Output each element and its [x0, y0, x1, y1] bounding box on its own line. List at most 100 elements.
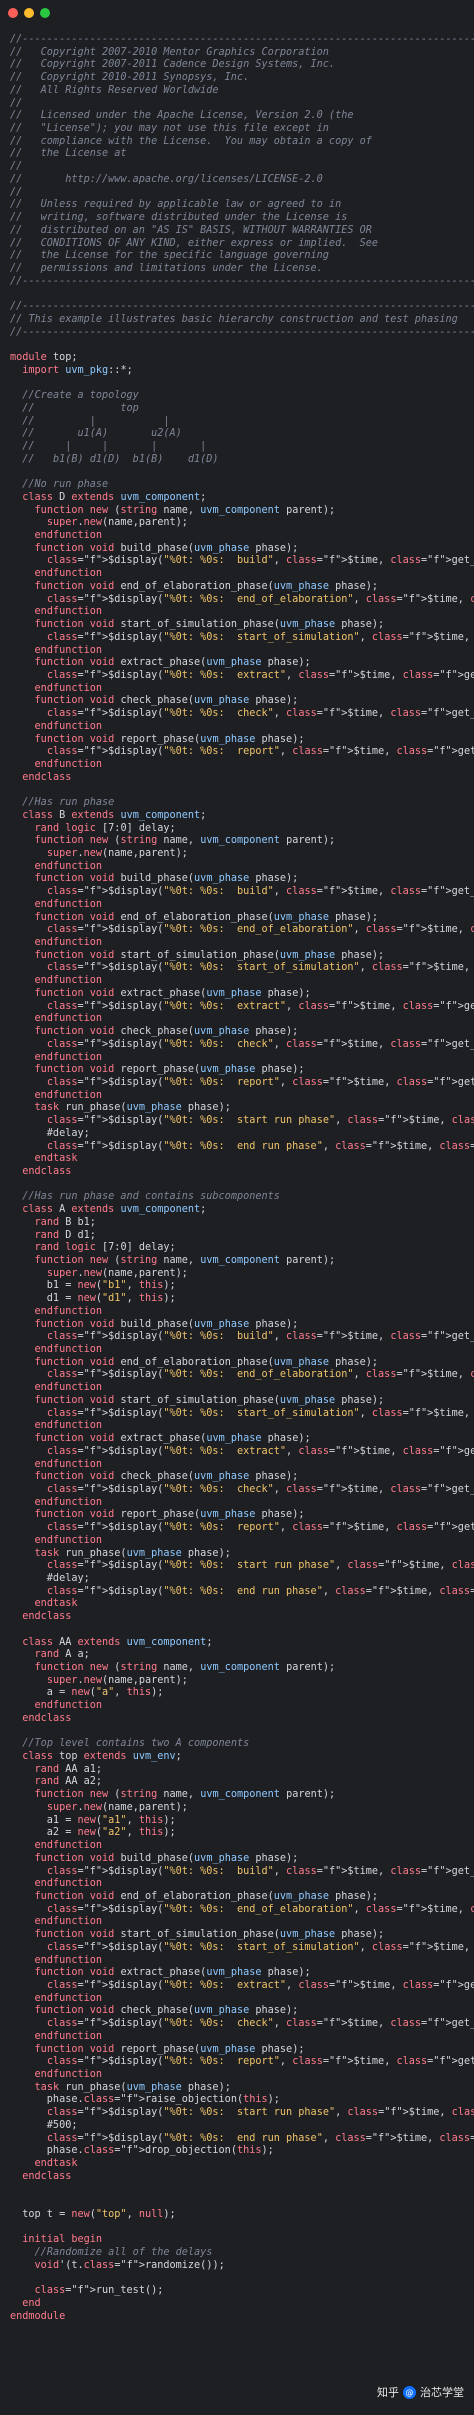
code-line: function new (string name, uvm_component… — [34, 1662, 336, 1673]
code-line: class="f">$display("%0t: %0s: start_of_s… — [46, 1407, 474, 1419]
code-line: endfunction — [34, 1534, 103, 1546]
code-line: class="f">$display("%0t: %0s: end run ph… — [46, 2132, 474, 2144]
code-line: function new (string name, uvm_component… — [34, 1789, 336, 1801]
minimize-window-button[interactable] — [24, 8, 34, 18]
code-line: //Has run phase and contains subcomponen… — [22, 1191, 280, 1203]
code-line: endclass — [22, 1712, 72, 1724]
code-line: // b1(B) d1(D) b1(B) d1(D) — [22, 453, 219, 465]
code-line: class="f">$display("%0t: %0s: start_of_s… — [46, 962, 474, 974]
code-line: // "License"); you may not use this file… — [10, 123, 329, 135]
code-line: rand AA a1; — [34, 1763, 103, 1775]
code-line: super.new(name,parent); — [46, 1267, 188, 1279]
code-line: endtask — [34, 1598, 78, 1610]
code-line: // Licensed under the Apache License, Ve… — [10, 110, 354, 122]
code-line: class="f">$display("%0t: %0s: check", cl… — [46, 1483, 474, 1495]
code-line: phase.class="f">drop_objection(this); — [10, 2145, 274, 2157]
code-line: class="f">$display("%0t: %0s: report", c… — [46, 2056, 474, 2068]
code-line: endfunction — [34, 644, 103, 656]
code-line: endfunction — [34, 530, 103, 542]
code-line: // distributed on an "AS IS" BASIS, WITH… — [10, 224, 372, 236]
code-line: endfunction — [34, 1916, 103, 1928]
code-line: endfunction — [34, 937, 103, 949]
code-line: class="f">$display("%0t: %0s: start_of_s… — [46, 1941, 474, 1953]
code-line: function void start_of_simulation_phase(… — [34, 1929, 385, 1941]
code-line: // This example illustrates basic hierar… — [10, 313, 458, 325]
code-line: endfunction — [34, 860, 103, 872]
code-line: function void start_of_simulation_phase(… — [34, 619, 385, 631]
code-line: // the License at — [10, 148, 127, 160]
code-line: class A extends uvm_component; — [22, 1204, 207, 1216]
code-line: rand D d1; — [34, 1229, 96, 1241]
code-line: // top — [22, 402, 139, 414]
code-line: function void extract_phase(uvm_phase ph… — [34, 1433, 311, 1445]
code-line: task run_phase(uvm_phase phase); — [34, 1102, 231, 1114]
code-line: // Copyright 2007-2011 Cadence Design Sy… — [10, 59, 336, 71]
code-line: endfunction — [34, 606, 103, 618]
code-line: rand B b1; — [34, 1216, 96, 1228]
code-line: //--------------------------------------… — [10, 34, 474, 45]
code-line: endtask — [34, 2158, 78, 2170]
code-line: class="f">$display("%0t: %0s: extract", … — [46, 1000, 474, 1012]
code-line: function void start_of_simulation_phase(… — [34, 1394, 385, 1406]
code-line: endfunction — [34, 720, 103, 732]
code-line: function void extract_phase(uvm_phase ph… — [34, 1967, 311, 1979]
code-line: endfunction — [34, 1878, 103, 1890]
code-line: // writing, software distributed under t… — [10, 212, 348, 224]
code-line: endclass — [22, 1165, 72, 1177]
code-line: // Copyright 2010-2011 Synopsys, Inc. — [10, 72, 250, 84]
code-line: function void report_phase(uvm_phase pha… — [34, 1509, 305, 1521]
code-line: endclass — [22, 1611, 72, 1623]
close-window-button[interactable] — [8, 8, 18, 18]
code-line: task run_phase(uvm_phase phase); — [34, 1547, 231, 1559]
code-line: function void report_phase(uvm_phase pha… — [34, 1064, 305, 1076]
code-line: function void check_phase(uvm_phase phas… — [34, 695, 299, 707]
code-line: function void extract_phase(uvm_phase ph… — [34, 657, 311, 669]
zoom-window-button[interactable] — [40, 8, 50, 18]
code-line: #delay; — [10, 1127, 90, 1139]
code-line: endfunction — [34, 898, 103, 910]
code-line: function void end_of_elaboration_phase(u… — [34, 1356, 379, 1368]
code-line: // the License for the specific language… — [10, 250, 329, 262]
code-line: initial begin — [22, 2234, 103, 2246]
code-line: b1 = new("b1", this); — [10, 1280, 176, 1292]
code-line: // Copyright 2007-2010 Mentor Graphics C… — [10, 46, 329, 58]
code-line: super.new(name,parent); — [46, 848, 188, 859]
code-line: a = new("a", this); — [10, 1687, 164, 1699]
code-line: class="f">$display("%0t: %0s: build", cl… — [46, 1865, 474, 1877]
code-line: class D extends uvm_component; — [22, 491, 207, 503]
code-line: endfunction — [34, 2069, 103, 2080]
code-line: // u1(A) u2(A) — [22, 428, 182, 440]
code-line: // | | | | — [22, 441, 207, 452]
code-line: class="f">$display("%0t: %0s: check", cl… — [46, 708, 474, 720]
code-line: class="f">$display("%0t: %0s: report", c… — [46, 746, 474, 758]
code-line: class="f">$display("%0t: %0s: build", cl… — [46, 555, 474, 567]
code-line: class AA extends uvm_component; — [22, 1636, 213, 1648]
code-line: function void build_phase(uvm_phase phas… — [34, 542, 299, 554]
code-line: endfunction — [34, 1496, 103, 1508]
code-line: class B extends uvm_component; — [22, 809, 207, 821]
code-line: endfunction — [34, 1051, 103, 1063]
code-line: class="f">$display("%0t: %0s: build", cl… — [46, 1331, 474, 1343]
code-editor: //--------------------------------------… — [10, 34, 474, 2323]
code-line: //--------------------------------------… — [10, 326, 474, 338]
code-line: class="f">$display("%0t: %0s: end_of_ela… — [46, 1369, 474, 1381]
watermark-at-icon: @ — [403, 2385, 416, 2399]
code-line: function void check_phase(uvm_phase phas… — [34, 2005, 299, 2017]
code-line: class="f">$display("%0t: %0s: start run … — [46, 1560, 474, 1572]
code-line: endfunction — [34, 1458, 103, 1470]
code-line: endmodule — [10, 2310, 66, 2322]
code-line: class="f">$display("%0t: %0s: end_of_ela… — [46, 924, 474, 936]
code-line: endfunction — [34, 2030, 103, 2042]
code-line: //--------------------------------------… — [10, 301, 474, 313]
code-line: class="f">$display("%0t: %0s: extract", … — [46, 1979, 474, 1991]
code-line: // All Rights Reserved Worldwide — [10, 84, 219, 96]
code-line: class="f">$display("%0t: %0s: start run … — [46, 2107, 474, 2119]
code-line: a1 = new("a1", this); — [10, 1814, 176, 1826]
code-line: super.new(name,parent); — [46, 1801, 188, 1813]
